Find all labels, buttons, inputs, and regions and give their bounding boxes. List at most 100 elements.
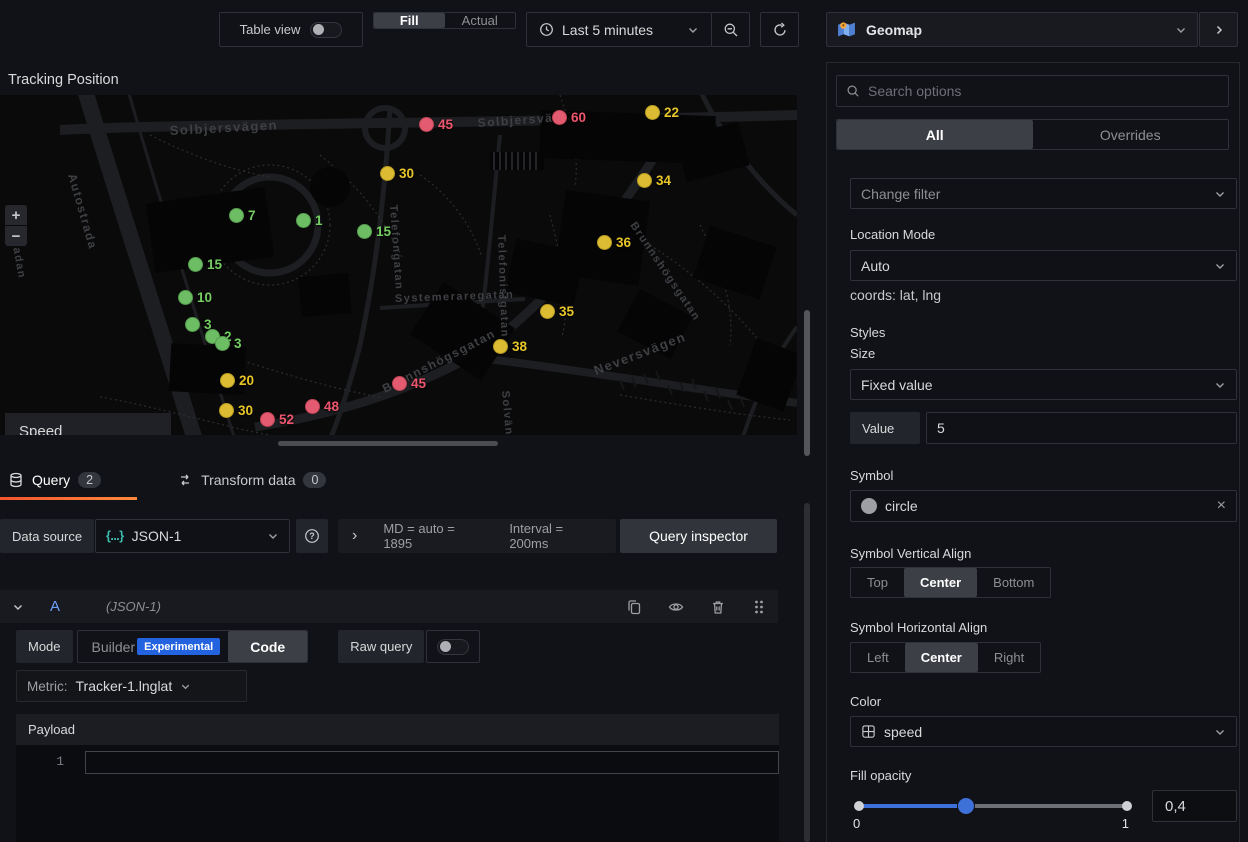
map-data-point[interactable]: 15 <box>188 257 222 272</box>
size-mode-select[interactable]: Fixed value <box>850 369 1237 400</box>
map-zoom-in-button[interactable]: + <box>5 205 27 225</box>
transform-icon <box>177 472 193 488</box>
map-data-point[interactable]: 38 <box>493 339 527 354</box>
map-data-point[interactable]: 20 <box>220 373 254 388</box>
search-options-box[interactable] <box>836 75 1229 107</box>
chevron-down-icon[interactable] <box>12 601 24 613</box>
datasource-select[interactable]: {...} JSON-1 <box>95 519 290 553</box>
panel-title[interactable]: Tracking Position <box>8 72 119 88</box>
halign-right[interactable]: Right <box>978 643 1040 672</box>
time-zoom-out-button[interactable] <box>711 12 750 47</box>
raw-query-switch[interactable] <box>437 639 469 655</box>
map-data-point[interactable]: 10 <box>178 290 212 305</box>
slider-track[interactable] <box>858 804 1128 808</box>
payload-section-header: Payload <box>16 714 779 745</box>
datasource-help-button[interactable]: ? <box>296 519 328 553</box>
size-value-input[interactable] <box>926 412 1237 444</box>
metric-select[interactable]: Metric: Tracker-1.lnglat <box>16 670 247 702</box>
query-inspector-button[interactable]: Query inspector <box>620 519 777 553</box>
map-data-point[interactable]: 52 <box>260 412 294 427</box>
fill-opacity-input[interactable] <box>1152 790 1237 822</box>
map-data-point[interactable]: 30 <box>219 403 253 418</box>
tab-query[interactable]: Query 2 <box>0 460 109 500</box>
valign-top[interactable]: Top <box>851 568 904 597</box>
symbol-label: Symbol <box>850 468 893 483</box>
active-tab-underline <box>0 497 137 500</box>
halign-center[interactable]: Center <box>905 643 978 672</box>
chevron-right-icon: › <box>352 527 357 545</box>
clear-symbol-icon[interactable]: × <box>1217 497 1226 515</box>
map-data-point[interactable]: 45 <box>419 117 453 132</box>
editor-line-number: 1 <box>44 754 64 769</box>
fill-button[interactable]: Fill <box>374 13 445 28</box>
interval-summary: Interval = 200ms <box>509 521 602 551</box>
query-count-badge: 2 <box>78 472 101 488</box>
map-data-point[interactable]: 60 <box>552 110 586 125</box>
styles-section-label: Styles <box>850 325 885 340</box>
tab-overrides[interactable]: Overrides <box>1033 120 1229 149</box>
valign-center[interactable]: Center <box>904 568 977 597</box>
refresh-button[interactable] <box>760 12 799 47</box>
vertical-scrollbar-track[interactable] <box>804 503 810 842</box>
data-point-circle <box>260 412 275 427</box>
circle-symbol-icon <box>861 498 877 514</box>
mode-builder-button[interactable]: Builder Experimental <box>78 631 229 662</box>
color-field-select[interactable]: speed <box>850 716 1237 747</box>
slider-thumb[interactable] <box>958 798 974 814</box>
map-data-point[interactable]: 1 <box>296 213 323 228</box>
chevron-down-icon <box>1214 188 1226 200</box>
query-options-collapsible[interactable]: › MD = auto = 1895 Interval = 200ms <box>338 519 616 553</box>
mode-code-button[interactable]: Code <box>228 631 307 662</box>
magnifier-minus-icon <box>723 22 739 38</box>
data-point-circle <box>215 336 230 351</box>
data-point-value: 45 <box>438 117 453 132</box>
symbol-halign-label: Symbol Horizontal Align <box>850 620 987 635</box>
fill-opacity-label: Fill opacity <box>850 768 911 783</box>
data-point-circle <box>305 399 320 414</box>
raw-query-label: Raw query <box>338 630 424 663</box>
time-range-label: Last 5 minutes <box>562 22 653 38</box>
map-data-point[interactable]: 45 <box>392 376 426 391</box>
visualization-picker[interactable]: Geomap <box>826 12 1198 47</box>
duplicate-query-icon[interactable] <box>626 599 642 615</box>
horizontal-scrollbar[interactable] <box>278 441 498 446</box>
payload-code-editor[interactable]: 1 <box>16 745 779 842</box>
payload-code-input[interactable] <box>85 751 779 774</box>
delete-query-trash-icon[interactable] <box>710 599 726 615</box>
map-data-point[interactable]: 7 <box>229 208 256 223</box>
data-point-circle <box>552 110 567 125</box>
tab-all[interactable]: All <box>837 120 1033 149</box>
halign-left[interactable]: Left <box>851 643 905 672</box>
map-data-point[interactable]: 48 <box>305 399 339 414</box>
drag-handle-icon[interactable] <box>752 599 766 615</box>
hide-query-eye-icon[interactable] <box>668 599 684 615</box>
actual-button[interactable]: Actual <box>445 13 516 28</box>
data-point-value: 48 <box>324 399 339 414</box>
table-view-toggle-group[interactable]: Table view <box>219 12 363 47</box>
clock-icon <box>539 22 554 37</box>
symbol-select[interactable]: circle × <box>850 490 1237 522</box>
map-data-point[interactable]: 35 <box>540 304 574 319</box>
valign-bottom[interactable]: Bottom <box>977 568 1050 597</box>
tab-transform-data[interactable]: Transform data 0 <box>169 460 334 500</box>
query-row-header[interactable]: A (JSON-1) <box>0 590 778 623</box>
symbol-halign-group: Left Center Right <box>850 642 1041 673</box>
map-data-point[interactable]: 30 <box>380 166 414 181</box>
map-data-point[interactable]: 3 <box>215 336 242 351</box>
map-data-point[interactable]: 22 <box>645 105 679 120</box>
table-view-switch[interactable] <box>310 22 342 38</box>
time-range-picker[interactable]: Last 5 minutes <box>526 12 712 47</box>
search-options-input[interactable] <box>868 83 1219 99</box>
data-point-circle <box>645 105 660 120</box>
data-point-value: 60 <box>571 110 586 125</box>
change-filter-select[interactable]: Change filter <box>850 178 1237 209</box>
map-data-point[interactable]: 36 <box>597 235 631 250</box>
fill-opacity-slider[interactable]: 0 1 <box>850 786 1137 832</box>
map-data-point[interactable]: 34 <box>637 173 671 188</box>
location-mode-select[interactable]: Auto <box>850 250 1237 281</box>
map-data-point[interactable]: 15 <box>357 224 391 239</box>
map-canvas[interactable]: SolbjersvägenSolbjersväAutostradagadanTe… <box>0 95 797 435</box>
vertical-scrollbar-thumb[interactable] <box>804 310 810 456</box>
collapse-options-pane-button[interactable] <box>1199 12 1238 47</box>
map-zoom-out-button[interactable]: − <box>5 226 27 246</box>
